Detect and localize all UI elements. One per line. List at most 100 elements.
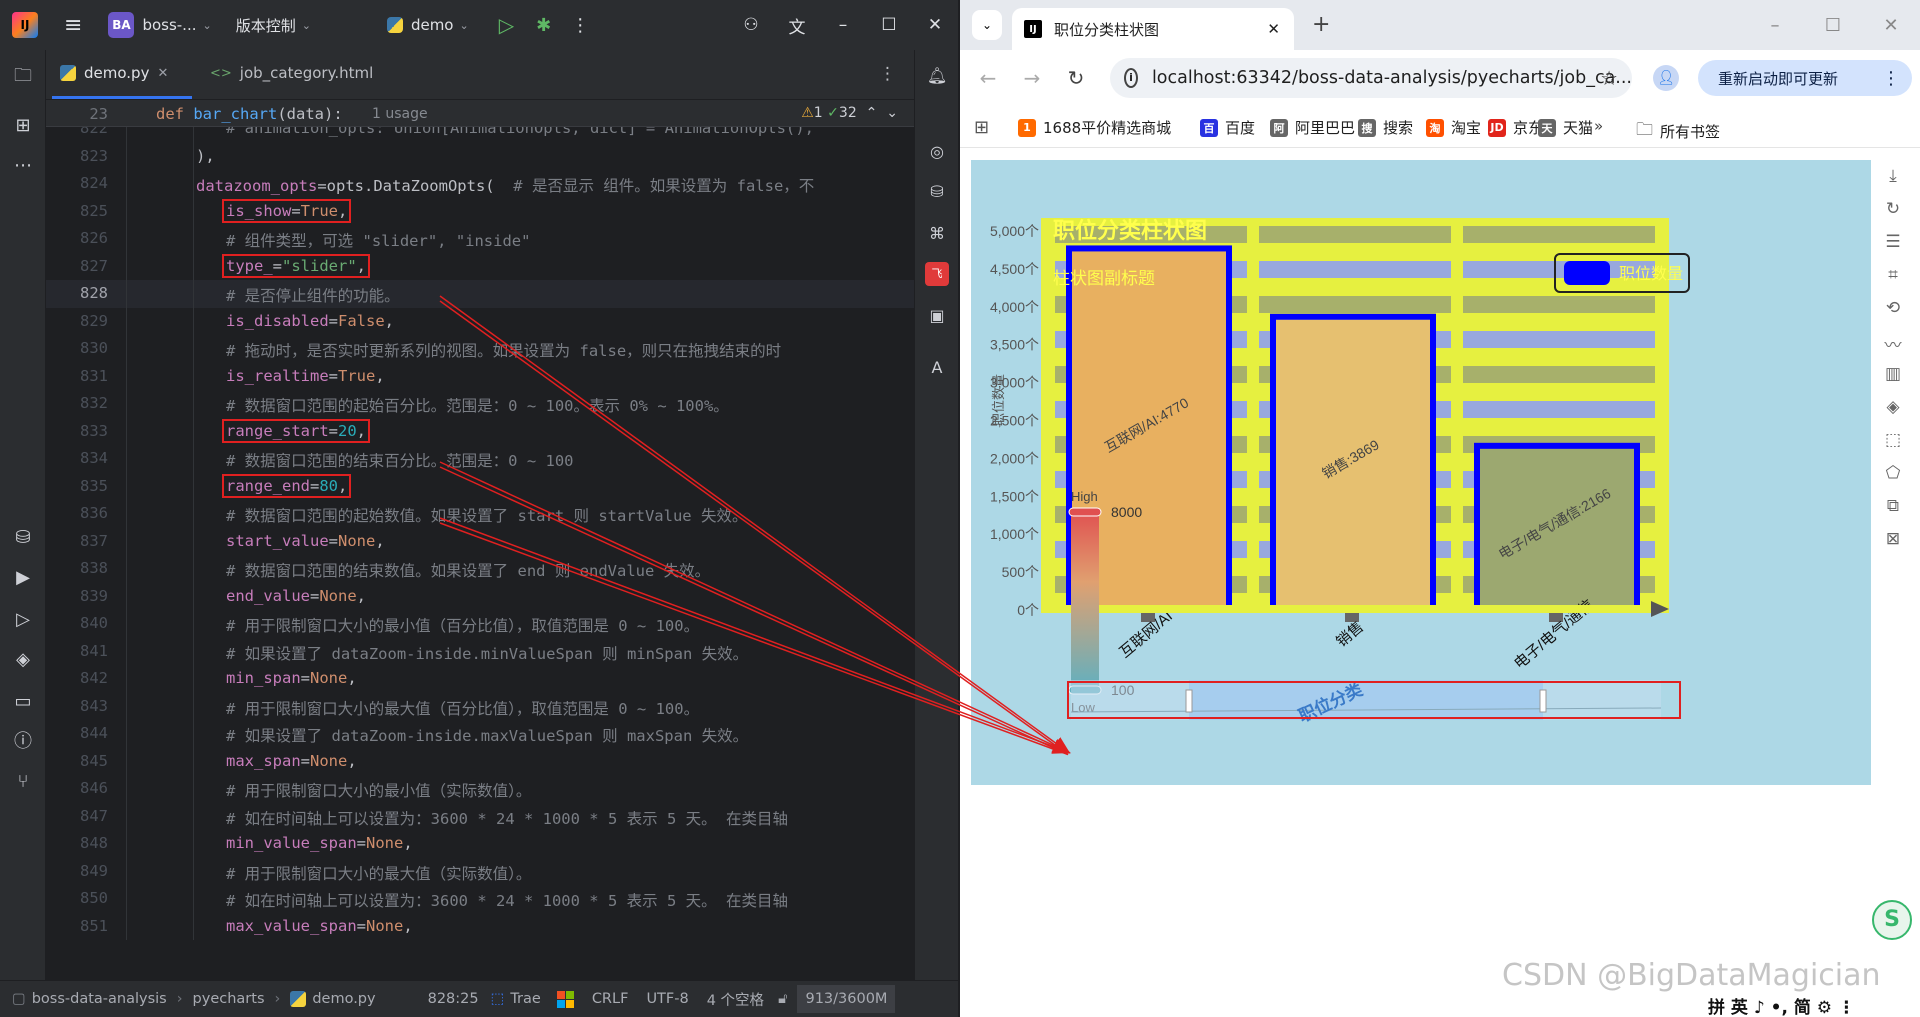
site-info-icon[interactable]: i: [1124, 68, 1138, 88]
brush-polygon-icon[interactable]: ⬠: [1878, 463, 1908, 496]
bookmark-item[interactable]: JD 京东: [1488, 117, 1543, 138]
tab-job-category-html[interactable]: <> job_category.html: [210, 64, 373, 82]
main-menu-icon[interactable]: ≡: [64, 13, 82, 38]
debug-icon[interactable]: ✱: [536, 15, 551, 36]
breadcrumb-file[interactable]: demo.py: [312, 991, 375, 1007]
bookmark-item[interactable]: 阿阿里巴巴: [1270, 117, 1355, 138]
bar-chart-icon[interactable]: ▥: [1878, 364, 1908, 397]
services-icon[interactable]: ▶: [11, 566, 35, 590]
sticky-header[interactable]: 23 def bar_chart(data): 1 usage ⚠1 ✓32 ⌃…: [46, 100, 914, 127]
bookmark-item[interactable]: 1 1688平价精选商城: [1018, 117, 1171, 138]
reload-icon[interactable]: ↻: [1056, 66, 1096, 90]
memory-indicator[interactable]: 913/3600M: [797, 985, 896, 1013]
ime-toolbar[interactable]: 拼 英 ♪ •, 简 ⚙ ⋮: [1708, 993, 1855, 1017]
translate-icon[interactable]: 文: [774, 13, 820, 38]
apps-grid-icon[interactable]: ⊞: [974, 117, 989, 138]
maximize-icon[interactable]: ☐: [866, 15, 912, 35]
close-icon[interactable]: ✕: [912, 15, 958, 35]
minimize-icon[interactable]: –: [820, 15, 866, 35]
more-icon[interactable]: ⋮: [571, 15, 589, 36]
windows-icon[interactable]: [556, 990, 574, 1008]
file-encoding[interactable]: UTF-8: [646, 991, 688, 1007]
more-tools-icon[interactable]: ⋯: [11, 154, 35, 178]
stack-icon[interactable]: ◈: [1878, 397, 1908, 430]
project-badge[interactable]: BA: [108, 12, 135, 38]
notifications-icon[interactable]: 🔔︎: [925, 64, 949, 88]
structure-icon[interactable]: ⊞: [11, 114, 35, 138]
plugin-icon[interactable]: 飞: [925, 262, 949, 286]
save-image-icon[interactable]: ⤓: [1878, 166, 1908, 199]
chevron-down-icon[interactable]: ⌄: [459, 19, 468, 32]
terminal-icon[interactable]: ▭: [11, 690, 35, 714]
tab-demo-py[interactable]: demo.py ✕: [60, 64, 168, 82]
restore-icon[interactable]: ↻: [1878, 199, 1908, 232]
code-line: 836 # 数据窗口范围的起始数值。如果设置了 start 则 startValu…: [46, 500, 914, 528]
indent-guide: [126, 362, 127, 390]
all-bookmarks[interactable]: 🗀 所有书签: [1636, 117, 1720, 146]
bookmark-item[interactable]: 天天猫: [1538, 117, 1593, 138]
database-icon[interactable]: ⛁: [925, 180, 949, 204]
ai-icon[interactable]: A: [925, 356, 949, 380]
more-bookmarks-icon[interactable]: »: [1594, 117, 1603, 135]
line-separator[interactable]: CRLF: [592, 991, 629, 1007]
tab-search-icon[interactable]: ⌄: [972, 10, 1002, 40]
browser-window: ⌄ IJ 职位分类柱状图 ✕ + – ☐ ✕ ← → ↻ i localhost…: [960, 0, 1920, 1017]
run-config[interactable]: demo: [411, 16, 454, 34]
zoom-icon[interactable]: ⌗: [1878, 265, 1908, 298]
run-icon[interactable]: ▷: [499, 13, 514, 37]
bookmark-item[interactable]: 搜搜索: [1358, 117, 1413, 138]
chevron-down-icon[interactable]: ⌄: [202, 19, 211, 32]
run-tool-icon[interactable]: ▷: [11, 608, 35, 632]
project-name[interactable]: boss-...: [142, 16, 196, 34]
zoom-back-icon[interactable]: ⟲: [1878, 298, 1908, 331]
code-editor[interactable]: 23 def bar_chart(data): 1 usage ⚠1 ✓32 ⌃…: [46, 100, 914, 980]
maximize-icon[interactable]: ☐: [1804, 15, 1862, 36]
bookmark-item[interactable]: 百百度: [1200, 117, 1255, 138]
layers-icon[interactable]: ◈: [11, 648, 35, 672]
add-user-icon[interactable]: ⚇: [728, 15, 774, 35]
chevron-down-icon[interactable]: ⌄: [302, 19, 311, 32]
brush-keep-icon[interactable]: ⧉: [1878, 496, 1908, 529]
browser-tab[interactable]: IJ 职位分类柱状图 ✕: [1012, 8, 1294, 50]
inspection-widget[interactable]: ⚠1 ✓32 ⌃ ⌄: [801, 105, 898, 121]
problems-icon[interactable]: ⓘ: [11, 730, 35, 754]
brush-rect-icon[interactable]: ⬚: [1878, 430, 1908, 463]
chart-canvas[interactable]: 0个500个1,000个1,500个2,000个2,500个3,000个3,50…: [971, 160, 1871, 785]
brush-clear-icon[interactable]: ⊠: [1878, 529, 1908, 562]
project-folder-icon[interactable]: 🗀: [11, 64, 35, 88]
python-console-icon[interactable]: ⌘: [925, 222, 949, 246]
close-window-icon[interactable]: ✕: [1862, 15, 1920, 36]
breadcrumb-folder[interactable]: pyecharts: [193, 991, 265, 1007]
back-icon[interactable]: ←: [968, 66, 1008, 90]
lock-icon[interactable]: 🔓︎: [778, 991, 787, 1007]
vcs-menu[interactable]: 版本控制: [236, 15, 296, 36]
bookmark-item[interactable]: 淘淘宝: [1426, 117, 1481, 138]
close-tab-icon[interactable]: ✕: [157, 66, 168, 81]
indent-setting[interactable]: 4 个空格: [707, 989, 764, 1010]
trae-plugin[interactable]: Trae: [510, 991, 541, 1007]
breadcrumb-project[interactable]: boss-data-analysis: [32, 991, 167, 1007]
minimize-icon[interactable]: –: [1746, 15, 1804, 36]
bookmark-star-icon[interactable]: ☆: [1600, 66, 1618, 90]
database-icon[interactable]: ⛁: [11, 526, 35, 550]
close-tab-icon[interactable]: ✕: [1267, 20, 1280, 38]
line-chart-icon[interactable]: 〰: [1878, 331, 1908, 364]
x-axis-line: [1041, 605, 1669, 613]
menu-more-icon[interactable]: ⋮: [1882, 68, 1900, 89]
ai-assistant-icon[interactable]: ◎: [925, 140, 949, 164]
forward-icon[interactable]: →: [1012, 66, 1052, 90]
tabs-more-icon[interactable]: ⋮: [879, 64, 896, 84]
update-button[interactable]: 重新启动即可更新 ⋮: [1698, 60, 1912, 96]
caret-position[interactable]: 828:25: [428, 991, 479, 1007]
address-bar[interactable]: i localhost:63342/boss-data-analysis/pye…: [1110, 58, 1632, 98]
code-text: # 数据窗口范围的结束数值。如果设置了 end 则 endValue 失效。: [226, 562, 711, 580]
url-text[interactable]: localhost:63342/boss-data-analysis/pyech…: [1152, 68, 1632, 88]
git-icon[interactable]: ⑂: [11, 770, 35, 794]
new-tab-icon[interactable]: +: [1312, 12, 1330, 37]
sciview-icon[interactable]: ▣: [925, 304, 949, 328]
profile-avatar[interactable]: 👤︎: [1653, 65, 1679, 91]
bar-chart[interactable]: 0个 500个 1,000个 1,500个 2,000个 2,500个 3,000个 3,50…: [971, 160, 1871, 785]
usage-hint[interactable]: 1 usage: [372, 106, 428, 122]
data-view-icon[interactable]: ☰: [1878, 232, 1908, 265]
csdn-assistant-icon[interactable]: S: [1872, 900, 1912, 940]
